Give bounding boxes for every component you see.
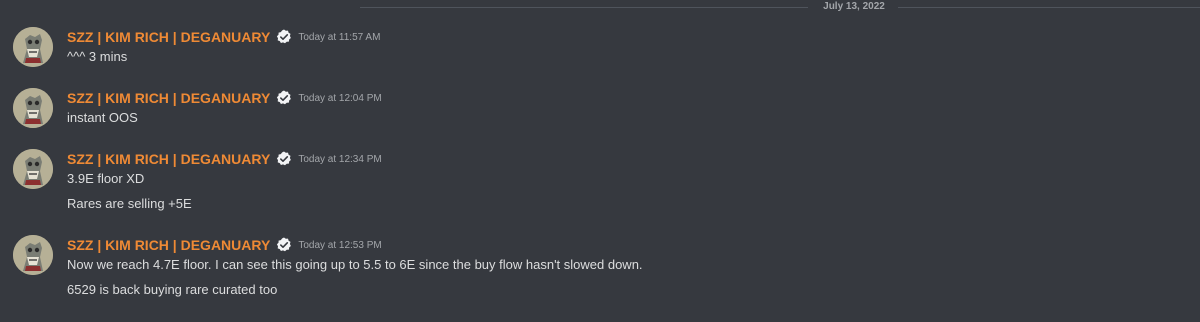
avatar[interactable]: [13, 235, 53, 275]
verified-check-icon: [276, 29, 292, 45]
username[interactable]: SZZ | KIM RICH | DEGANUARY: [67, 149, 270, 169]
date-divider-label: July 13, 2022: [823, 1, 885, 12]
message-text: ^^^ 3 mins: [67, 49, 128, 64]
message-text: Now we reach 4.7E floor. I can see this …: [67, 257, 643, 272]
avatar[interactable]: [13, 149, 53, 189]
verified-check-icon: [276, 90, 292, 106]
message-text: instant OOS: [67, 110, 138, 125]
message-header: SZZ | KIM RICH | DEGANUARY Today at 12:3…: [67, 149, 382, 169]
username[interactable]: SZZ | KIM RICH | DEGANUARY: [67, 27, 270, 47]
message-text: 6529 is back buying rare curated too: [67, 282, 278, 297]
timestamp[interactable]: Today at 12:34 PM: [298, 148, 381, 170]
timestamp[interactable]: Today at 12:53 PM: [298, 234, 381, 256]
avatar[interactable]: [13, 27, 53, 67]
message-text: Rares are selling +5E: [67, 196, 192, 211]
message-header: SZZ | KIM RICH | DEGANUARY Today at 12:5…: [67, 235, 382, 255]
divider-line-right: [898, 7, 1200, 8]
timestamp[interactable]: Today at 12:04 PM: [298, 87, 381, 109]
username[interactable]: SZZ | KIM RICH | DEGANUARY: [67, 88, 270, 108]
message-header: SZZ | KIM RICH | DEGANUARY Today at 12:0…: [67, 88, 382, 108]
avatar[interactable]: [13, 88, 53, 128]
divider-line-left: [360, 7, 808, 8]
verified-check-icon: [276, 237, 292, 253]
message-header: SZZ | KIM RICH | DEGANUARY Today at 11:5…: [67, 27, 380, 47]
verified-check-icon: [276, 151, 292, 167]
username[interactable]: SZZ | KIM RICH | DEGANUARY: [67, 235, 270, 255]
message-text: 3.9E floor XD: [67, 171, 145, 186]
timestamp[interactable]: Today at 11:57 AM: [298, 26, 380, 48]
date-divider: July 13, 2022: [0, 0, 1200, 14]
